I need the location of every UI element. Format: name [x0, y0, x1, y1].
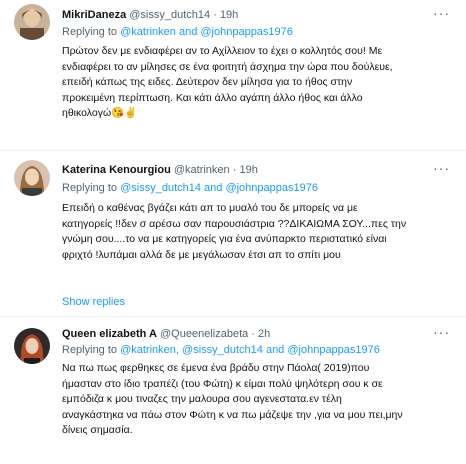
text-line: Να πω πως φερθηκες σε έμενα ένα βράδυ στ… [62, 362, 370, 374]
tweet-queen-elizabeth[interactable]: Queen elizabeth A @Queenelizabeta · 2h ·… [0, 318, 466, 464]
replying-label: Replying to [62, 344, 118, 356]
tweet-katerina[interactable]: Katerina Kenourgiou @katrinken · 19h ···… [0, 152, 466, 312]
replying-label: Replying to [62, 26, 118, 38]
timestamp[interactable]: 2h [258, 328, 270, 340]
text-line: φριχτό !λυπάμαι αλλά δε με μεγάλωσαν έτσ… [62, 248, 341, 261]
timestamp[interactable]: 19h [239, 164, 257, 176]
handle[interactable]: @katrinken [174, 164, 230, 176]
more-icon[interactable]: ··· [433, 160, 450, 176]
handle[interactable]: @Queenelizabeta [160, 328, 248, 340]
replying-to: Replying to @sissy_dutch14 and @johnpapp… [62, 182, 318, 194]
tweet-text: Πρώτον δεν με ενδιαφέρει αν το Αχίλλειον… [62, 44, 458, 122]
text-line: γνώμη σου....το να με κατηγορείς για ένα… [62, 233, 387, 245]
more-icon[interactable]: ··· [433, 5, 450, 21]
tweet-text: Να πω πως φερθηκες σε έμενα ένα βράδυ στ… [62, 361, 458, 439]
replying-to: Replying to @katrinken and @johnpappas19… [62, 26, 293, 38]
text-line: Επειδή ο καθένας βγάζει κάτι απ το μυαλό… [62, 202, 358, 214]
display-name[interactable]: Katerina Kenourgiou [62, 164, 171, 176]
replying-to: Replying to @katrinken, @sissy_dutch14 a… [62, 344, 380, 356]
tweet-header: Queen elizabeth A @Queenelizabeta · 2h [62, 328, 271, 340]
tweet-header: MikriDaneza @sissy_dutch14 · 19h [62, 9, 239, 21]
text-line: ηθικολογώ [62, 107, 112, 119]
show-replies-link[interactable]: Show replies [62, 296, 125, 308]
text-line: δίνεις σημασία. [62, 424, 133, 436]
text-line: Πρώτον δεν με ενδιαφέρει αν το Αχίλλειον… [62, 45, 383, 57]
more-icon[interactable]: ··· [433, 324, 450, 340]
text-line: κατηγορείς !!δεν σ αρέσω σαν παρουσιάστρ… [62, 217, 407, 230]
handle[interactable]: @sissy_dutch14 [129, 9, 210, 21]
text-line: ενδιαφέρει το αν μίλησες σε ένα φοιτητή … [62, 60, 393, 73]
display-name[interactable]: MikriDaneza [62, 9, 126, 21]
divider [0, 316, 466, 317]
avatar[interactable] [14, 328, 50, 364]
tweet-text: Επειδή ο καθένας βγάζει κάτι απ το μυαλό… [62, 201, 458, 263]
timestamp[interactable]: 19h [220, 9, 238, 21]
text-line: εμπόδιζα κ μου τιναζες την μαλουρα σου α… [62, 393, 342, 405]
text-line: προκειμένη περίπτωση. Και κάτι άλλο αγάπ… [62, 91, 363, 104]
mention-links[interactable]: @sissy_dutch14 and @johnpappas1976 [120, 182, 318, 194]
replies-feed: MikriDaneza @sissy_dutch14 · 19h ··· Rep… [0, 0, 466, 464]
divider [0, 150, 466, 151]
text-line: επειδή κάπως της ειδες. Δεύτερον δεν μίλ… [62, 76, 353, 88]
avatar[interactable] [14, 4, 50, 40]
text-line: ήμασταν στο ίδιο τραπέζι (του Φώτη) κ εί… [62, 377, 383, 390]
tweet-mikridaneza[interactable]: MikriDaneza @sissy_dutch14 · 19h ··· Rep… [0, 0, 466, 160]
replying-label: Replying to [62, 182, 118, 194]
mention-links[interactable]: @katrinken and @johnpappas1976 [120, 26, 293, 38]
tweet-header: Katerina Kenourgiou @katrinken · 19h [62, 164, 258, 176]
emoji: 😘✌ [111, 107, 138, 119]
display-name[interactable]: Queen elizabeth A [62, 328, 157, 340]
avatar[interactable] [14, 160, 50, 196]
mention-links[interactable]: @katrinken, @sissy_dutch14 and @johnpapp… [120, 344, 380, 356]
text-line: αναγκάστηκα να πάω στον Φώτη κ να πω μάζ… [62, 408, 403, 421]
